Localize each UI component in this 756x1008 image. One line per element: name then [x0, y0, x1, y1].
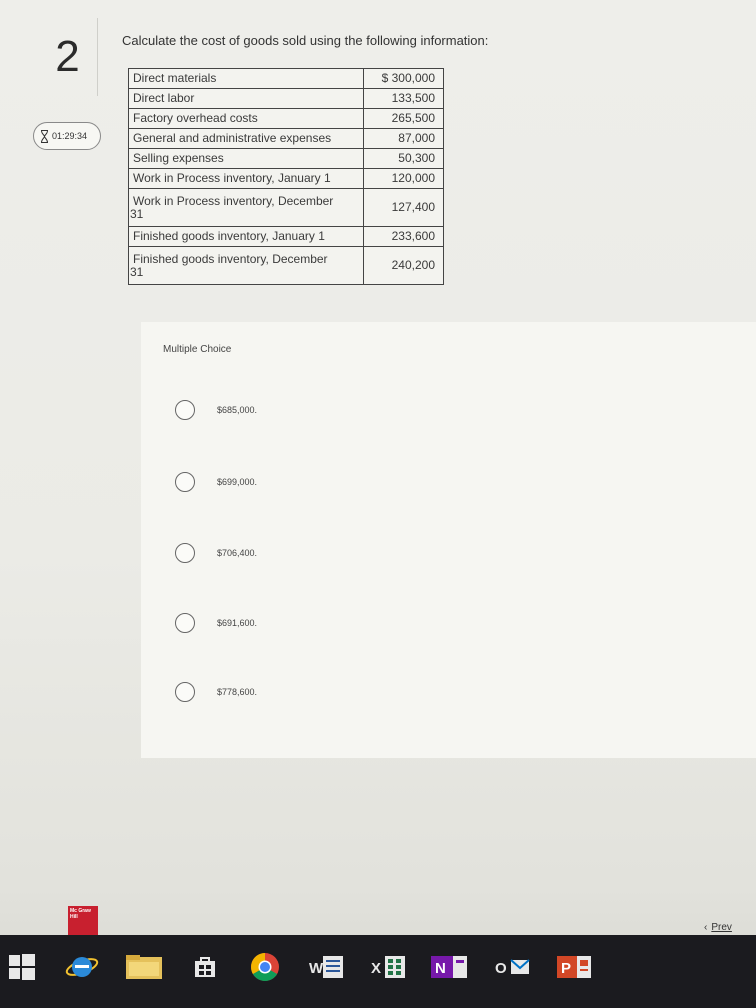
excel-icon-letter: X	[371, 960, 381, 977]
excel-icon[interactable]: X	[368, 952, 408, 982]
choice-option[interactable]: $706,400.	[175, 543, 257, 563]
prev-label: Prev	[711, 922, 732, 933]
question-prompt: Calculate the cost of goods sold using t…	[122, 33, 489, 48]
multiple-choice-title: Multiple Choice	[163, 344, 232, 355]
choice-label: $778,600.	[217, 687, 258, 697]
onenote-icon[interactable]: N	[430, 952, 470, 982]
choice-label: $699,000.	[217, 477, 258, 487]
chevron-left-icon: ‹	[704, 922, 708, 933]
file-explorer-icon[interactable]	[124, 952, 164, 982]
table-row: Factory overhead costs 265,500	[127, 108, 444, 129]
radio-button[interactable]	[175, 682, 195, 702]
row-label: Direct labor	[127, 88, 365, 109]
table-row: Direct materials $ 300,000	[127, 68, 444, 89]
table-row: Direct labor 133,500	[127, 88, 444, 109]
row-value: $ 300,000	[363, 68, 444, 89]
row-value: 233,600	[363, 226, 444, 247]
table-row: General and administrative expenses 87,0…	[127, 128, 444, 149]
choice-label: $685,000.	[217, 405, 258, 415]
powerpoint-icon-letter: P	[561, 960, 571, 977]
chrome-icon[interactable]	[248, 952, 282, 982]
choice-option[interactable]: $699,000.	[175, 472, 257, 492]
multiple-choice-panel: Multiple Choice $685,000. $699,000. $706…	[141, 322, 756, 758]
row-label: Work in Process inventory, December 31	[127, 188, 365, 227]
row-label: Finished goods inventory, December 31	[127, 246, 365, 285]
row-value: 120,000	[363, 168, 444, 189]
row-label-line1: Work in Process inventory, December	[133, 193, 334, 208]
row-value: 50,300	[363, 148, 444, 169]
radio-button[interactable]	[175, 613, 195, 633]
store-icon[interactable]	[190, 952, 220, 982]
table-row: Work in Process inventory, January 1 120…	[127, 168, 444, 189]
outlook-icon[interactable]: O	[492, 952, 532, 982]
timer[interactable]: 01:29:34	[33, 122, 101, 150]
radio-button[interactable]	[175, 472, 195, 492]
table-row: Selling expenses 50,300	[127, 148, 444, 169]
choice-option[interactable]: $685,000.	[175, 400, 257, 420]
row-label: Direct materials	[127, 68, 365, 89]
mcgraw-hill-logo: Mc Graw Hill	[68, 906, 98, 936]
row-value: 265,500	[363, 108, 444, 129]
radio-button[interactable]	[175, 543, 195, 563]
choice-option[interactable]: $691,600.	[175, 613, 257, 633]
prev-button[interactable]: ‹ Prev	[704, 922, 732, 933]
info-table: Direct materials $ 300,000 Direct labor …	[127, 68, 444, 285]
choice-option[interactable]: $778,600.	[175, 682, 257, 702]
taskbar: W X N O P	[0, 935, 756, 1008]
word-icon[interactable]: W	[306, 952, 346, 982]
row-value: 87,000	[363, 128, 444, 149]
choice-label: $706,400.	[217, 548, 258, 558]
word-icon-letter: W	[309, 960, 324, 977]
table-row: Work in Process inventory, December 31 1…	[127, 188, 444, 227]
powerpoint-icon[interactable]: P	[556, 952, 596, 982]
timer-value: 01:29:34	[52, 131, 88, 141]
row-value: 127,400	[363, 188, 444, 227]
row-label-line1: Finished goods inventory, December	[133, 251, 328, 266]
internet-explorer-icon[interactable]	[62, 952, 102, 982]
outlook-icon-letter: O	[495, 960, 507, 977]
table-row: Finished goods inventory, December 31 24…	[127, 246, 444, 285]
row-value: 240,200	[363, 246, 444, 285]
onenote-icon-letter: N	[435, 960, 446, 977]
choice-label: $691,600.	[217, 618, 258, 628]
row-label: Finished goods inventory, January 1	[127, 226, 365, 247]
row-label: General and administrative expenses	[127, 128, 365, 149]
row-label: Work in Process inventory, January 1	[127, 168, 365, 189]
row-value: 133,500	[363, 88, 444, 109]
radio-button[interactable]	[175, 400, 195, 420]
row-label: Factory overhead costs	[127, 108, 365, 129]
hourglass-icon	[41, 129, 48, 143]
row-label-line2: 31	[130, 206, 144, 221]
windows-start-icon[interactable]	[8, 952, 36, 982]
question-number: 2	[38, 18, 98, 96]
table-row: Finished goods inventory, January 1 233,…	[127, 226, 444, 247]
row-label-line2: 31	[130, 264, 144, 279]
row-label: Selling expenses	[127, 148, 365, 169]
